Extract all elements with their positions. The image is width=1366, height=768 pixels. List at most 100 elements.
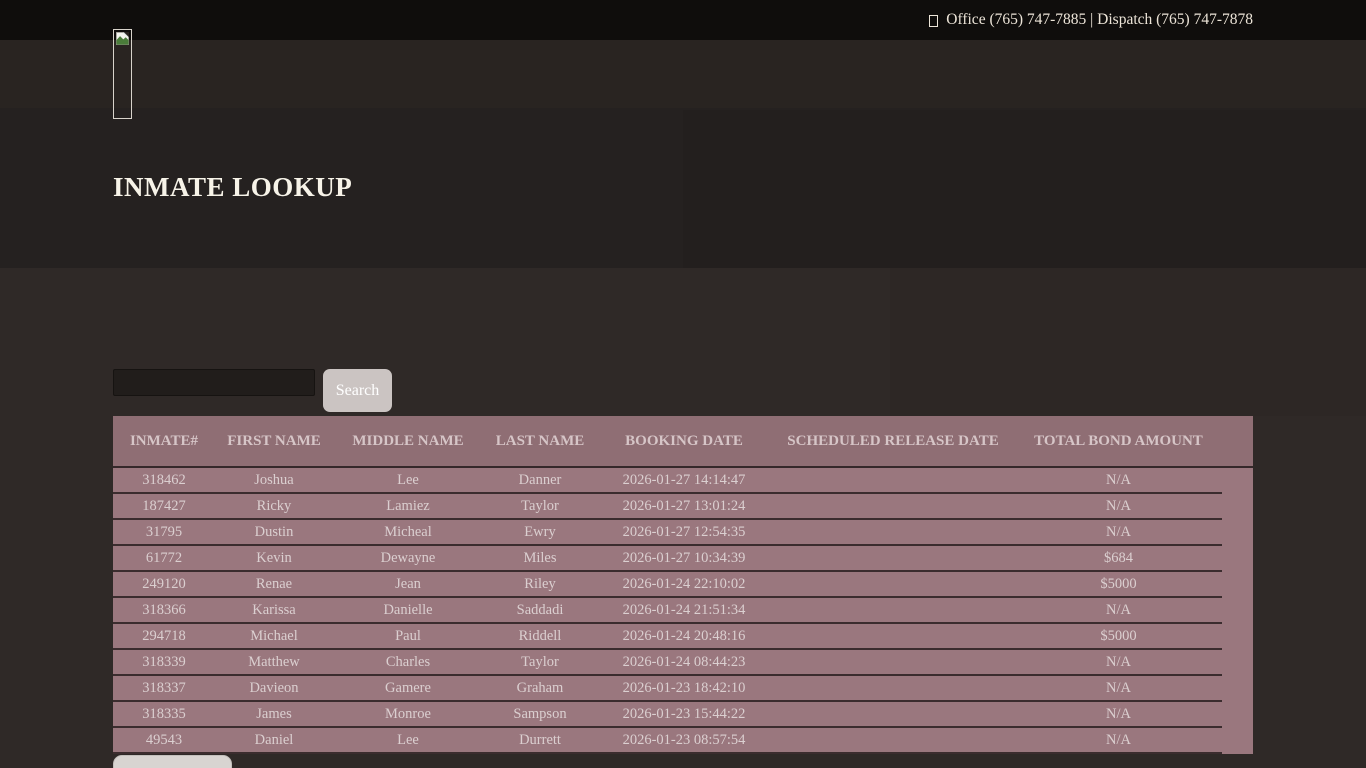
site-logo-broken-image[interactable] bbox=[113, 29, 132, 119]
page-title: INMATE LOOKUP bbox=[113, 172, 352, 203]
column-header-inmate-number: INMATE# bbox=[113, 433, 215, 450]
hero-shade bbox=[683, 110, 1366, 268]
cell-middle-name: Charles bbox=[333, 654, 483, 671]
cell-booking-date: 2026-01-24 08:44:23 bbox=[597, 654, 771, 671]
cell-booking-date: 2026-01-27 14:14:47 bbox=[597, 472, 771, 489]
cell-inmate-number: 61772 bbox=[113, 550, 215, 567]
table-row[interactable]: 318335 James Monroe Sampson 2026-01-23 1… bbox=[113, 702, 1222, 728]
cell-inmate-number: 318337 bbox=[113, 680, 215, 697]
cell-first-name: Daniel bbox=[215, 732, 333, 749]
broken-image-icon bbox=[116, 32, 129, 45]
cell-first-name: Matthew bbox=[215, 654, 333, 671]
column-header-booking-date: BOOKING DATE bbox=[597, 433, 771, 450]
cell-total-bond-amount: N/A bbox=[1015, 680, 1222, 697]
cell-total-bond-amount: N/A bbox=[1015, 472, 1222, 489]
topbar: Office (765) 747-7885 | Dispatch (765) 7… bbox=[0, 0, 1366, 40]
table-row[interactable]: 294718 Michael Paul Riddell 2026-01-24 2… bbox=[113, 624, 1222, 650]
cell-first-name: Michael bbox=[215, 628, 333, 645]
cell-last-name: Saddadi bbox=[483, 602, 597, 619]
cell-booking-date: 2026-01-24 20:48:16 bbox=[597, 628, 771, 645]
column-header-last-name: LAST NAME bbox=[483, 433, 597, 450]
cell-first-name: Davieon bbox=[215, 680, 333, 697]
cell-booking-date: 2026-01-23 08:57:54 bbox=[597, 732, 771, 749]
cell-last-name: Graham bbox=[483, 680, 597, 697]
table-row[interactable]: 318462 Joshua Lee Danner 2026-01-27 14:1… bbox=[113, 468, 1222, 494]
cell-total-bond-amount: N/A bbox=[1015, 602, 1222, 619]
cell-first-name: Kevin bbox=[215, 550, 333, 567]
table-row[interactable]: 61772 Kevin Dewayne Miles 2026-01-27 10:… bbox=[113, 546, 1222, 572]
cell-middle-name: Lee bbox=[333, 472, 483, 489]
view-more-button[interactable]: View More bbox=[113, 755, 232, 768]
cell-inmate-number: 318366 bbox=[113, 602, 215, 619]
cell-middle-name: Gamere bbox=[333, 680, 483, 697]
cell-middle-name: Dewayne bbox=[333, 550, 483, 567]
phone-icon bbox=[929, 15, 938, 27]
column-header-first-name: FIRST NAME bbox=[215, 433, 333, 450]
page: Office (765) 747-7885 | Dispatch (765) 7… bbox=[0, 0, 1366, 768]
cell-middle-name: Micheal bbox=[333, 524, 483, 541]
cell-total-bond-amount: N/A bbox=[1015, 654, 1222, 671]
search-row: Search bbox=[113, 369, 392, 412]
cell-inmate-number: 318462 bbox=[113, 472, 215, 489]
table-row[interactable]: 318339 Matthew Charles Taylor 2026-01-24… bbox=[113, 650, 1222, 676]
cell-first-name: Karissa bbox=[215, 602, 333, 619]
table-row[interactable]: 318366 Karissa Danielle Saddadi 2026-01-… bbox=[113, 598, 1222, 624]
cell-last-name: Taylor bbox=[483, 654, 597, 671]
cell-middle-name: Lee bbox=[333, 732, 483, 749]
cell-total-bond-amount: $5000 bbox=[1015, 576, 1222, 593]
column-header-total-bond-amount: TOTAL BOND AMOUNT bbox=[1015, 433, 1222, 450]
column-header-middle-name: MIDDLE NAME bbox=[333, 433, 483, 450]
cell-middle-name: Paul bbox=[333, 628, 483, 645]
cell-inmate-number: 294718 bbox=[113, 628, 215, 645]
search-button[interactable]: Search bbox=[323, 369, 392, 412]
mid-shade bbox=[890, 268, 1366, 416]
cell-middle-name: Monroe bbox=[333, 706, 483, 723]
cell-booking-date: 2026-01-23 15:44:22 bbox=[597, 706, 771, 723]
table-row[interactable]: 31795 Dustin Micheal Ewry 2026-01-27 12:… bbox=[113, 520, 1222, 546]
cell-last-name: Taylor bbox=[483, 498, 597, 515]
table-row[interactable]: 187427 Ricky Lamiez Taylor 2026-01-27 13… bbox=[113, 494, 1222, 520]
cell-middle-name: Lamiez bbox=[333, 498, 483, 515]
cell-booking-date: 2026-01-27 12:54:35 bbox=[597, 524, 771, 541]
table-row[interactable]: 249120 Renae Jean Riley 2026-01-24 22:10… bbox=[113, 572, 1222, 598]
cell-last-name: Riddell bbox=[483, 628, 597, 645]
table-header: INMATE# FIRST NAME MIDDLE NAME LAST NAME… bbox=[113, 416, 1253, 468]
search-input[interactable] bbox=[113, 369, 315, 396]
cell-inmate-number: 318339 bbox=[113, 654, 215, 671]
table-row[interactable]: 49543 Daniel Lee Durrett 2026-01-23 08:5… bbox=[113, 728, 1222, 754]
cell-inmate-number: 318335 bbox=[113, 706, 215, 723]
cell-first-name: James bbox=[215, 706, 333, 723]
cell-booking-date: 2026-01-23 18:42:10 bbox=[597, 680, 771, 697]
cell-first-name: Joshua bbox=[215, 472, 333, 489]
table-header-row: INMATE# FIRST NAME MIDDLE NAME LAST NAME… bbox=[113, 416, 1222, 466]
cell-booking-date: 2026-01-27 13:01:24 bbox=[597, 498, 771, 515]
cell-last-name: Miles bbox=[483, 550, 597, 567]
cell-inmate-number: 49543 bbox=[113, 732, 215, 749]
cell-last-name: Ewry bbox=[483, 524, 597, 541]
cell-inmate-number: 249120 bbox=[113, 576, 215, 593]
cell-total-bond-amount: N/A bbox=[1015, 706, 1222, 723]
cell-last-name: Riley bbox=[483, 576, 597, 593]
cell-booking-date: 2026-01-24 22:10:02 bbox=[597, 576, 771, 593]
inmate-table: INMATE# FIRST NAME MIDDLE NAME LAST NAME… bbox=[113, 416, 1253, 754]
cell-total-bond-amount: N/A bbox=[1015, 524, 1222, 541]
cell-total-bond-amount: $684 bbox=[1015, 550, 1222, 567]
cell-middle-name: Danielle bbox=[333, 602, 483, 619]
table-row[interactable]: 318337 Davieon Gamere Graham 2026-01-23 … bbox=[113, 676, 1222, 702]
cell-total-bond-amount: N/A bbox=[1015, 498, 1222, 515]
cell-booking-date: 2026-01-27 10:34:39 bbox=[597, 550, 771, 567]
topbar-contact-text: Office (765) 747-7885 | Dispatch (765) 7… bbox=[946, 11, 1253, 29]
cell-first-name: Dustin bbox=[215, 524, 333, 541]
cell-first-name: Renae bbox=[215, 576, 333, 593]
cell-inmate-number: 187427 bbox=[113, 498, 215, 515]
cell-total-bond-amount: N/A bbox=[1015, 732, 1222, 749]
cell-middle-name: Jean bbox=[333, 576, 483, 593]
cell-last-name: Sampson bbox=[483, 706, 597, 723]
cell-last-name: Durrett bbox=[483, 732, 597, 749]
header-band bbox=[0, 40, 1366, 108]
cell-first-name: Ricky bbox=[215, 498, 333, 515]
column-header-scheduled-release-date: SCHEDULED RELEASE DATE bbox=[771, 433, 1015, 450]
cell-total-bond-amount: $5000 bbox=[1015, 628, 1222, 645]
cell-last-name: Danner bbox=[483, 472, 597, 489]
cell-inmate-number: 31795 bbox=[113, 524, 215, 541]
